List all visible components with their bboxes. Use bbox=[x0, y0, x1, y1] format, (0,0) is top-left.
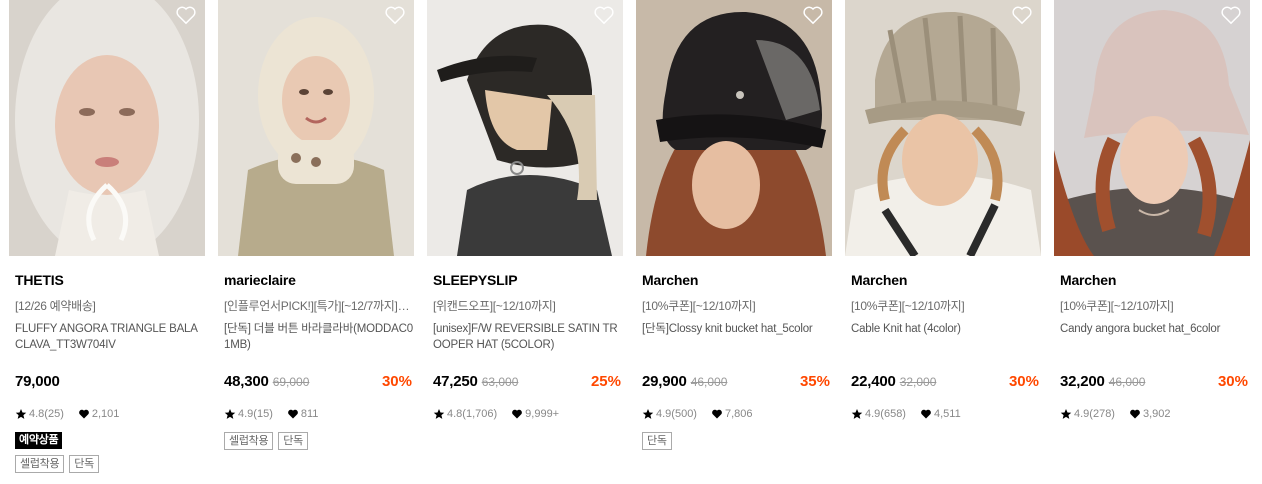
brand-name[interactable]: THETIS bbox=[15, 272, 64, 288]
brand-name[interactable]: marieclaire bbox=[224, 272, 296, 288]
product-image[interactable] bbox=[636, 0, 832, 256]
product-card[interactable]: SLEEPYSLIP [위캔드오프][~12/10까지] [unisex]F/W… bbox=[427, 0, 623, 484]
promo-text: [인플루언서PICK!][특가][~12/7까지] 더블 버튼 bbox=[224, 299, 412, 313]
discount-rate: 30% bbox=[1008, 373, 1039, 390]
sale-price: 47,250 bbox=[433, 373, 478, 390]
rating-text: 4.9(658) bbox=[865, 408, 906, 420]
product-card[interactable]: Marchen [10%쿠폰][~12/10까지] [단독]Clossy kni… bbox=[636, 0, 832, 484]
price-row: 29,900 46,000 35% bbox=[642, 373, 830, 393]
wishlist-heart-icon[interactable] bbox=[802, 5, 824, 25]
wishlist-heart-icon[interactable] bbox=[593, 5, 615, 25]
sale-price: 48,300 bbox=[224, 373, 269, 390]
original-price: 69,000 bbox=[272, 375, 310, 389]
discount-rate: 30% bbox=[1217, 373, 1248, 390]
price-row: 47,250 63,000 25% bbox=[433, 373, 621, 393]
star-icon bbox=[15, 409, 27, 419]
wishlist-heart-icon[interactable] bbox=[175, 5, 197, 25]
product-image[interactable] bbox=[427, 0, 623, 256]
discount-rate: 30% bbox=[381, 373, 412, 390]
rating-text: 4.9(278) bbox=[1074, 408, 1115, 420]
heart-icon bbox=[712, 409, 722, 419]
tag-list: 셀럽착용 단독 bbox=[224, 432, 313, 450]
heart-icon bbox=[78, 409, 89, 419]
wishlist-heart-icon[interactable] bbox=[1011, 5, 1033, 25]
brand-name[interactable]: SLEEPYSLIP bbox=[433, 272, 518, 288]
product-stats: 4.9(658) 4,511 bbox=[851, 406, 975, 422]
price-row: 48,300 69,000 30% bbox=[224, 373, 412, 393]
star-icon bbox=[642, 409, 654, 419]
likes-count: 3,902 bbox=[1142, 408, 1171, 420]
star-icon bbox=[1060, 409, 1072, 419]
promo-text: [10%쿠폰][~12/10까지] bbox=[642, 299, 756, 313]
product-image[interactable] bbox=[218, 0, 414, 256]
product-stats: 4.9(500) 7,806 bbox=[642, 406, 767, 422]
star-icon bbox=[433, 409, 445, 419]
promo-text: [12/26 예약배송] bbox=[15, 299, 96, 313]
price-row: 22,400 32,000 30% bbox=[851, 373, 1039, 393]
sale-price: 29,900 bbox=[642, 373, 687, 390]
product-name[interactable]: Cable Knit hat (4color) bbox=[851, 321, 1041, 337]
product-image[interactable] bbox=[9, 0, 205, 256]
tag-celeb: 셀럽착용 bbox=[224, 432, 274, 450]
product-name[interactable]: [unisex]F/W REVERSIBLE SATIN TROOPER HAT… bbox=[433, 321, 623, 353]
likes-count: 4,511 bbox=[933, 408, 961, 420]
product-card[interactable]: THETIS [12/26 예약배송] FLUFFY ANGORA TRIANG… bbox=[9, 0, 205, 484]
tag-exclusive: 단독 bbox=[278, 432, 308, 450]
product-card[interactable]: marieclaire [인플루언서PICK!][특가][~12/7까지] 더블… bbox=[218, 0, 414, 484]
brand-name[interactable]: Marchen bbox=[851, 272, 907, 288]
product-stats: 4.9(278) 3,902 bbox=[1060, 406, 1185, 422]
product-stats: 4.9(15) 811 bbox=[224, 406, 332, 422]
product-card[interactable]: Marchen [10%쿠폰][~12/10까지] Cable Knit hat… bbox=[845, 0, 1041, 484]
wishlist-heart-icon[interactable] bbox=[1220, 5, 1242, 25]
likes-count: 7,806 bbox=[724, 408, 753, 420]
heart-icon bbox=[287, 409, 298, 419]
likes-count: 811 bbox=[300, 408, 319, 420]
reservation-badge: 예약상품 bbox=[15, 432, 63, 449]
product-name[interactable]: [단독] 더블 버튼 바라클라바(MODDAC01MB) bbox=[224, 321, 414, 353]
sale-price: 22,400 bbox=[851, 373, 896, 390]
tag-exclusive: 단독 bbox=[642, 432, 672, 450]
heart-icon bbox=[512, 409, 523, 419]
product-name[interactable]: Candy angora bucket hat_6color bbox=[1060, 321, 1250, 337]
likes-count: 2,101 bbox=[91, 408, 120, 420]
promo-text: [위캔드오프][~12/10까지] bbox=[433, 299, 556, 313]
wishlist-heart-icon[interactable] bbox=[384, 5, 406, 25]
price-row: 79,000 bbox=[15, 373, 203, 393]
star-icon bbox=[224, 409, 236, 419]
product-stats: 4.8(1,706) 9,999+ bbox=[433, 406, 573, 422]
rating-text: 4.8(25) bbox=[29, 408, 64, 420]
discount-rate: 25% bbox=[590, 373, 621, 390]
product-image[interactable] bbox=[1054, 0, 1250, 256]
sale-price: 79,000 bbox=[15, 373, 60, 390]
tag-list: 단독 bbox=[642, 432, 677, 450]
rating-text: 4.9(500) bbox=[656, 408, 697, 420]
discount-rate: 35% bbox=[799, 373, 830, 390]
original-price: 46,000 bbox=[690, 375, 728, 389]
promo-text: [10%쿠폰][~12/10까지] bbox=[1060, 299, 1174, 313]
original-price: 46,000 bbox=[1108, 375, 1146, 389]
brand-name[interactable]: Marchen bbox=[642, 272, 698, 288]
product-name[interactable]: [단독]Clossy knit bucket hat_5color bbox=[642, 321, 832, 337]
price-row: 32,200 46,000 30% bbox=[1060, 373, 1248, 393]
product-image[interactable] bbox=[845, 0, 1041, 256]
brand-name[interactable]: Marchen bbox=[1060, 272, 1116, 288]
product-name[interactable]: FLUFFY ANGORA TRIANGLE BALACLAVA_TT3W704… bbox=[15, 321, 205, 353]
heart-icon bbox=[1130, 409, 1140, 419]
rating-text: 4.9(15) bbox=[238, 408, 273, 420]
product-stats: 4.8(25) 2,101 bbox=[15, 406, 133, 422]
product-card[interactable]: Marchen [10%쿠폰][~12/10까지] Candy angora b… bbox=[1054, 0, 1250, 484]
tag-exclusive: 단독 bbox=[69, 455, 99, 473]
likes-count: 9,999+ bbox=[525, 408, 560, 420]
original-price: 63,000 bbox=[481, 375, 519, 389]
heart-icon bbox=[921, 409, 931, 419]
promo-text: [10%쿠폰][~12/10까지] bbox=[851, 299, 965, 313]
tag-list: 셀럽착용 단독 bbox=[15, 455, 104, 473]
tag-celeb: 셀럽착용 bbox=[15, 455, 65, 473]
star-icon bbox=[851, 409, 863, 419]
original-price: 32,000 bbox=[899, 375, 937, 389]
sale-price: 32,200 bbox=[1060, 373, 1105, 390]
rating-text: 4.8(1,706) bbox=[447, 408, 498, 420]
